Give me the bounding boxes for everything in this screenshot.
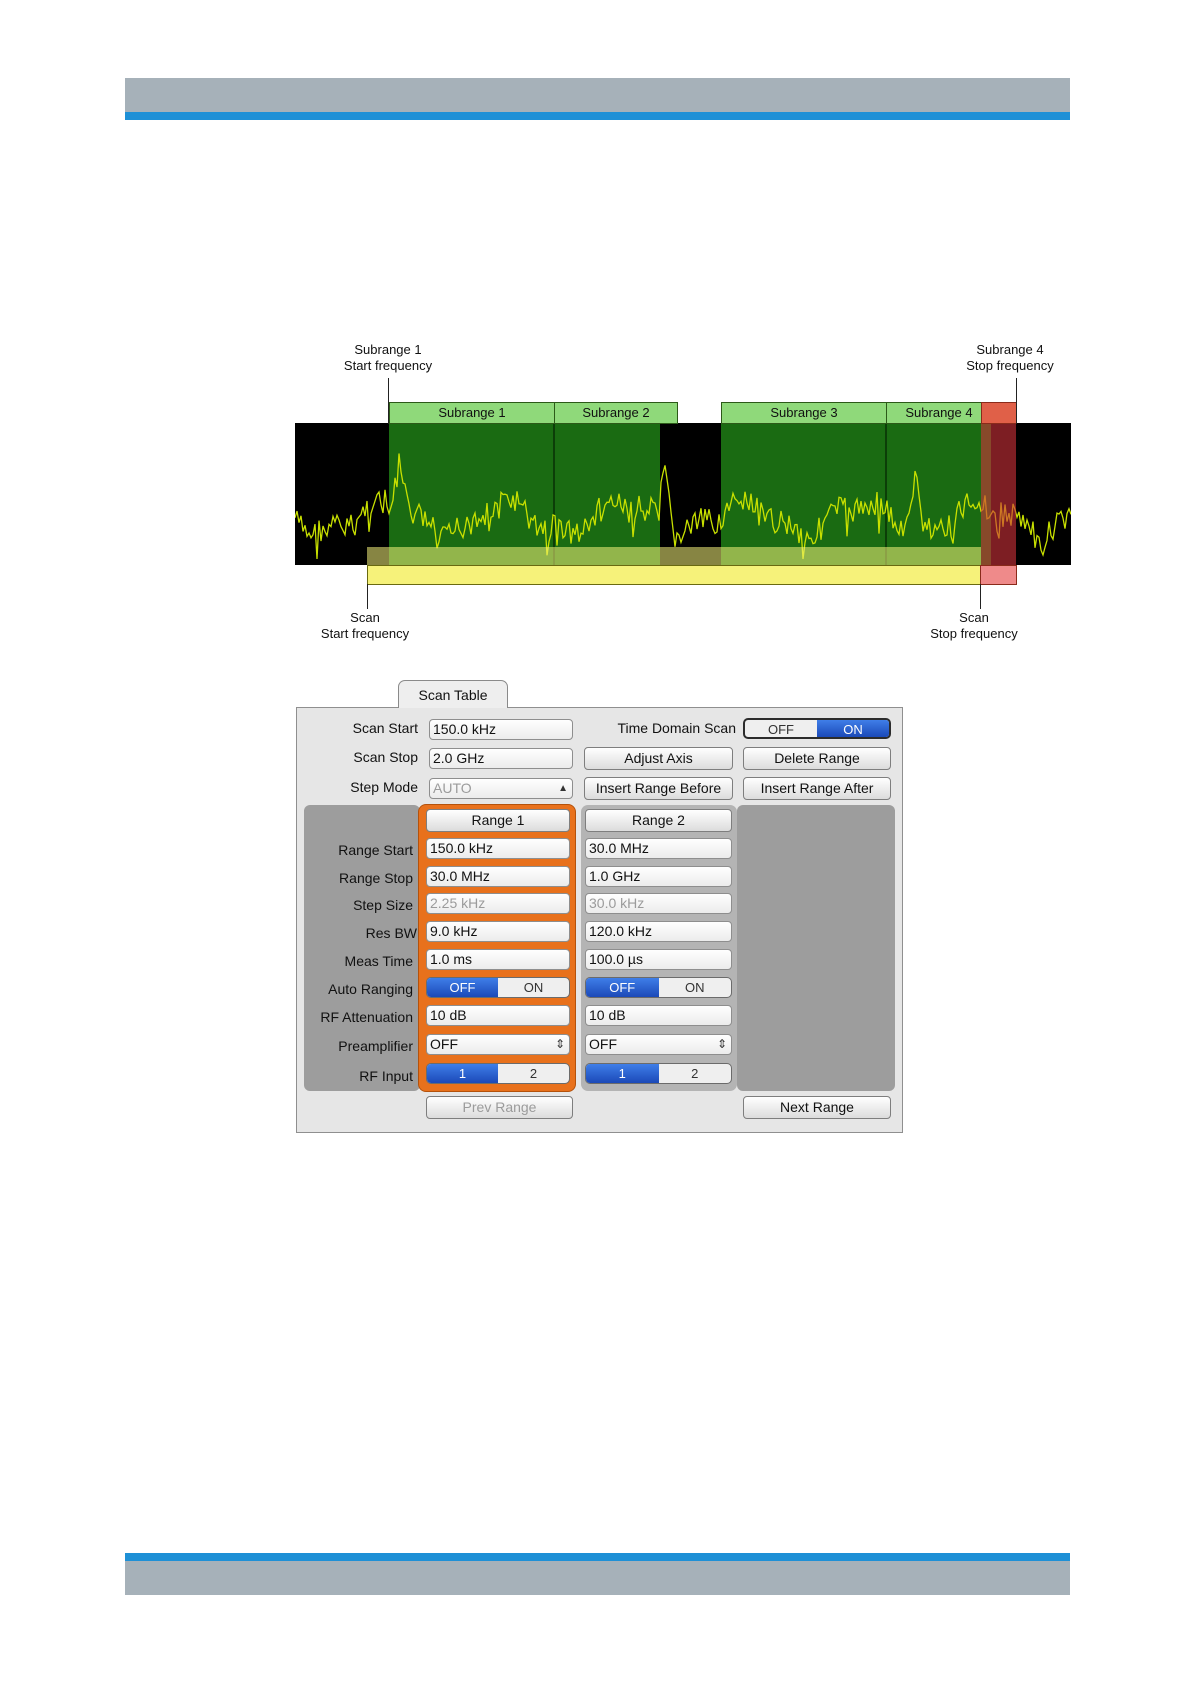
range-1-res-bw-field[interactable]: 9.0 kHz: [426, 921, 570, 942]
step-mode-label: Step Mode: [350, 779, 418, 795]
range-1-stop-field[interactable]: 30.0 MHz: [426, 866, 570, 887]
prev-range-button[interactable]: Prev Range: [426, 1096, 573, 1119]
subrange4-stop-leader: [1016, 378, 1017, 424]
range-1-rf-input-2[interactable]: 2: [498, 1064, 569, 1083]
step-mode-select[interactable]: AUTO ▲: [429, 778, 573, 799]
range-1-preamplifier-select[interactable]: OFF ⇕: [426, 1034, 570, 1055]
stop-range-band: [980, 565, 1017, 585]
range-1-preamplifier-value: OFF: [430, 1036, 458, 1052]
range-2-preamplifier-value: OFF: [589, 1036, 617, 1052]
scan-start-label: Scan Start: [352, 720, 418, 736]
range-1-rf-attenuation-field[interactable]: 10 dB: [426, 1005, 570, 1026]
meas-time-label: Meas Time: [344, 953, 413, 969]
range-2-header-button[interactable]: Range 2: [585, 809, 732, 832]
header-band: [125, 78, 1070, 112]
insert-range-after-button[interactable]: Insert Range After: [743, 777, 891, 800]
auto-ranging-label: Auto Ranging: [328, 981, 413, 997]
subrange-3-header: Subrange 3: [721, 402, 887, 424]
step-mode-value: AUTO: [433, 780, 472, 796]
preamplifier-label: Preamplifier: [338, 1038, 413, 1054]
rf-input-label: RF Input: [359, 1068, 413, 1084]
range-1-rf-input-1[interactable]: 1: [427, 1064, 498, 1083]
stop-region-header: [981, 402, 1017, 424]
time-domain-scan-toggle[interactable]: OFF ON: [743, 718, 891, 739]
delete-range-button[interactable]: Delete Range: [743, 747, 891, 770]
range-2-preamplifier-select[interactable]: OFF ⇕: [585, 1034, 732, 1055]
range-2-step-size-field: 30.0 kHz: [585, 893, 732, 914]
range-2-rf-attenuation-field[interactable]: 10 dB: [585, 1005, 732, 1026]
rf-attenuation-label: RF Attenuation: [320, 1009, 413, 1025]
spectrum-display: [295, 423, 1071, 565]
spinner-icon: ⇕: [716, 1037, 727, 1051]
range-1-auto-ranging-on[interactable]: ON: [498, 978, 569, 997]
range-1-rf-input-toggle[interactable]: 1 2: [426, 1063, 570, 1084]
scan-subrange-figure: Subrange 1 Start frequency Subrange 4 St…: [290, 340, 1075, 650]
range-start-label: Range Start: [338, 842, 413, 858]
range-2-rf-input-1[interactable]: 1: [586, 1064, 659, 1083]
header-accent-line: [125, 112, 1070, 120]
subrange-1-header: Subrange 1: [389, 402, 555, 424]
range-2-auto-ranging-off[interactable]: OFF: [586, 978, 659, 997]
scan-start-field[interactable]: 150.0 kHz: [429, 719, 573, 740]
range-stop-label: Range Stop: [339, 870, 413, 886]
scan-stop-label: Scan Stop: [353, 749, 418, 765]
range-1-auto-ranging-off[interactable]: OFF: [427, 978, 498, 997]
time-domain-on-option[interactable]: ON: [817, 720, 889, 737]
subrange1-start-annotation: Subrange 1 Start frequency: [343, 342, 433, 373]
footer-accent-line: [125, 1553, 1070, 1561]
tab-scan-table[interactable]: Scan Table: [398, 680, 508, 708]
scan-range-band: [367, 565, 981, 585]
subrange1-start-leader: [388, 378, 389, 424]
scan-stop-field[interactable]: 2.0 GHz: [429, 748, 573, 769]
range-1-start-field[interactable]: 150.0 kHz: [426, 838, 570, 859]
next-range-button[interactable]: Next Range: [743, 1096, 891, 1119]
spinner-icon: ⇕: [554, 1037, 565, 1051]
spectrum-trace-svg: [295, 423, 1071, 565]
time-domain-scan-label: Time Domain Scan: [617, 720, 736, 736]
range-2-rf-input-toggle[interactable]: 1 2: [585, 1063, 732, 1084]
range-1-step-size-field: 2.25 kHz: [426, 893, 570, 914]
scan-start-annotation: Scan Start frequency: [320, 610, 410, 641]
insert-range-before-button[interactable]: Insert Range Before: [584, 777, 733, 800]
range-2-res-bw-field[interactable]: 120.0 kHz: [585, 921, 732, 942]
range-1-meas-time-field[interactable]: 1.0 ms: [426, 949, 570, 970]
spinner-icon: ▲: [558, 783, 568, 794]
time-domain-off-option[interactable]: OFF: [745, 720, 817, 737]
range-2-auto-ranging-toggle[interactable]: OFF ON: [585, 977, 732, 998]
empty-range-panel: [737, 805, 895, 1091]
scan-stop-leader: [980, 584, 981, 609]
range-2-auto-ranging-on[interactable]: ON: [659, 978, 732, 997]
scan-start-leader: [367, 584, 368, 609]
range-2-meas-time-field[interactable]: 100.0 µs: [585, 949, 732, 970]
adjust-axis-button[interactable]: Adjust Axis: [584, 747, 733, 770]
subrange-2-header: Subrange 2: [554, 402, 678, 424]
res-bw-label: Res BW: [365, 925, 417, 941]
footer-band: [125, 1561, 1070, 1595]
range-2-rf-input-2[interactable]: 2: [659, 1064, 732, 1083]
step-size-label: Step Size: [353, 897, 413, 913]
scan-stop-annotation: Scan Stop frequency: [930, 610, 1018, 641]
range-2-start-field[interactable]: 30.0 MHz: [585, 838, 732, 859]
range-2-stop-field[interactable]: 1.0 GHz: [585, 866, 732, 887]
subrange-4-header: Subrange 4: [886, 402, 992, 424]
range-1-auto-ranging-toggle[interactable]: OFF ON: [426, 977, 570, 998]
subrange4-stop-annotation: Subrange 4 Stop frequency: [966, 342, 1054, 373]
range-1-header-button[interactable]: Range 1: [426, 809, 570, 832]
